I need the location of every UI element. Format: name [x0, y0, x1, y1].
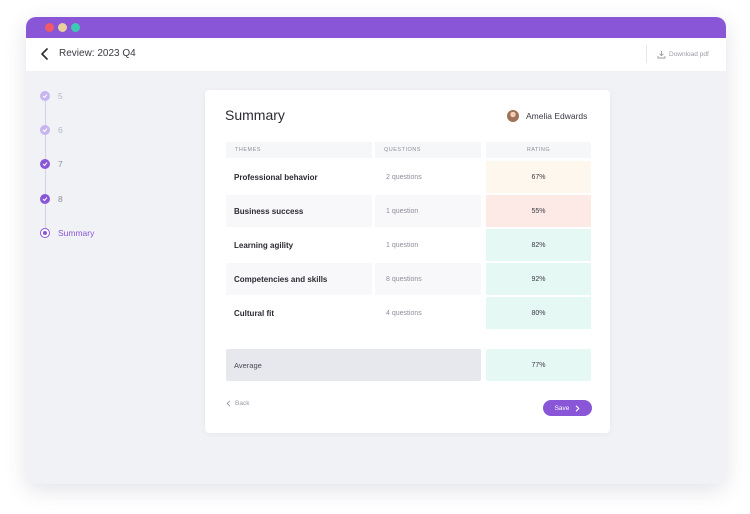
step-done-icon [40, 91, 50, 101]
download-pdf-button[interactable]: Download pdf [657, 50, 709, 59]
row-theme: Competencies and skills [226, 263, 372, 295]
row-rating: 80% [486, 297, 591, 329]
row-questions: 1 question [375, 195, 481, 227]
chevron-right-icon [576, 404, 580, 412]
step-done-icon [40, 194, 50, 204]
back-button[interactable]: Back [226, 400, 249, 407]
row-rating: 67% [486, 161, 591, 193]
step-5[interactable]: 5 [40, 91, 63, 101]
row-questions: 8 questions [375, 263, 481, 295]
page-header: Review: 2023 Q4 Download pdf [26, 38, 726, 71]
row-questions: 1 question [386, 241, 419, 249]
close-window-dot[interactable] [45, 23, 54, 32]
save-label: Save [554, 404, 570, 412]
row-rating: 82% [486, 229, 591, 261]
step-current-icon [40, 228, 50, 238]
column-header-themes: THEMES [226, 142, 372, 158]
step-label: 8 [58, 194, 63, 204]
header-divider [646, 45, 647, 63]
step-label: 5 [58, 91, 63, 101]
back-arrow-icon[interactable] [39, 48, 51, 60]
reviewee-name: Amelia Edwards [526, 111, 588, 121]
step-label: 7 [58, 159, 63, 169]
row-rating: 92% [486, 263, 591, 295]
back-label: Back [235, 400, 250, 407]
card-title: Summary [225, 107, 285, 123]
download-icon [657, 51, 666, 59]
window-titlebar [26, 17, 726, 38]
maximize-window-dot[interactable] [71, 23, 80, 32]
save-button[interactable]: Save [543, 400, 592, 416]
row-theme: Cultural fit [234, 308, 274, 318]
download-pdf-label: Download pdf [669, 51, 709, 58]
column-header-rating: RATING [486, 142, 591, 158]
average-label: Average [226, 349, 481, 381]
row-theme: Professional behavior [234, 172, 318, 182]
step-done-icon [40, 159, 50, 169]
step-label: 6 [58, 125, 63, 135]
step-label: Summary [58, 228, 95, 238]
step-7[interactable]: 7 [40, 159, 63, 169]
step-summary[interactable]: Summary [40, 228, 94, 238]
step-8[interactable]: 8 [40, 194, 63, 204]
row-theme: Business success [226, 195, 372, 227]
step-done-icon [40, 125, 50, 135]
average-value: 77% [486, 349, 591, 381]
step-6[interactable]: 6 [40, 125, 63, 135]
page-title: Review: 2023 Q4 [59, 48, 136, 59]
avatar [507, 110, 519, 122]
summary-card: Summary Amelia Edwards THEMES QUESTIONS … [205, 90, 610, 433]
row-theme: Learning agility [234, 240, 294, 250]
row-questions: 2 questions [386, 173, 422, 181]
chevron-left-icon [226, 400, 231, 407]
row-questions: 4 questions [386, 309, 422, 317]
column-header-questions: QUESTIONS [375, 142, 481, 158]
app-window: Review: 2023 Q4 Download pdf 5 6 7 8 Sum… [26, 17, 726, 484]
row-rating: 55% [486, 195, 591, 227]
reviewee: Amelia Edwards [507, 110, 587, 122]
minimize-window-dot[interactable] [58, 23, 67, 32]
